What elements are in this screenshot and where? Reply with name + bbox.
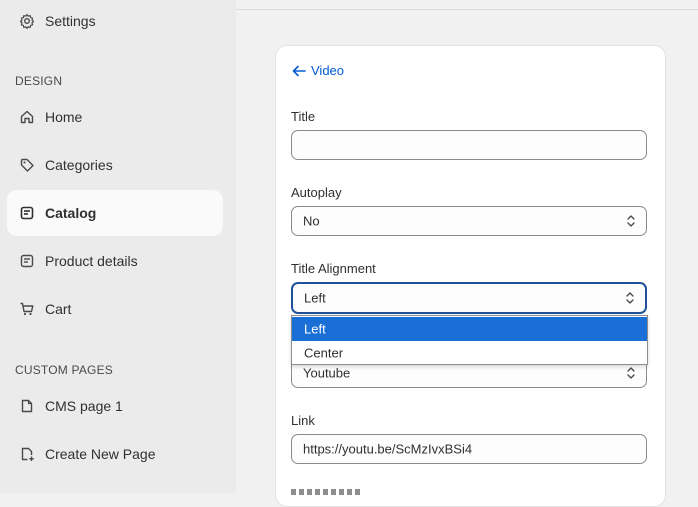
sidebar-item-product-details[interactable]: Product details xyxy=(7,238,223,284)
title-alignment-dropdown: Left Center xyxy=(291,315,648,365)
autoplay-label: Autoplay xyxy=(291,185,342,200)
arrow-left-icon xyxy=(292,65,306,76)
link-label: Link xyxy=(291,413,315,428)
sidebar-item-label: Home xyxy=(45,109,83,125)
sidebar-item-home[interactable]: Home xyxy=(7,94,223,140)
back-link[interactable]: Video xyxy=(292,63,344,78)
sidebar: Settings DESIGN Home Categories Catalog … xyxy=(0,0,236,493)
sidebar-item-cms-page-1[interactable]: CMS page 1 xyxy=(7,383,223,429)
sidebar-item-label: Catalog xyxy=(45,205,97,221)
sidebar-item-label: Cart xyxy=(45,301,72,317)
select-chevron-icon xyxy=(627,215,635,227)
link-input[interactable]: https://youtu.be/ScMzIvxBSi4 xyxy=(291,434,647,464)
sidebar-item-label: Product details xyxy=(45,253,138,269)
sidebar-item-label: Create New Page xyxy=(45,446,156,462)
sidebar-item-create-new-page[interactable]: Create New Page xyxy=(7,431,223,477)
link-value: https://youtu.be/ScMzIvxBSi4 xyxy=(303,441,473,457)
cart-icon xyxy=(20,302,34,316)
select-chevron-icon xyxy=(626,292,634,304)
sidebar-item-cart[interactable]: Cart xyxy=(7,286,223,332)
title-label: Title xyxy=(291,109,316,124)
sidebar-item-label: Categories xyxy=(45,157,113,173)
next-field-label-cutoff xyxy=(291,486,411,496)
design-section-heading: DESIGN xyxy=(15,74,63,88)
sidebar-item-catalog[interactable]: Catalog xyxy=(7,190,223,236)
select-chevron-icon xyxy=(627,367,635,379)
dropdown-option-left[interactable]: Left xyxy=(292,317,647,341)
sidebar-item-label: CMS page 1 xyxy=(45,398,123,414)
dropdown-option-center[interactable]: Center xyxy=(292,341,647,365)
page-icon xyxy=(21,399,33,413)
catalog-icon xyxy=(20,206,34,220)
home-icon xyxy=(20,110,34,124)
gear-icon xyxy=(19,13,35,29)
back-link-label: Video xyxy=(311,63,345,78)
source-value: Youtube xyxy=(303,365,351,381)
option-label: Left xyxy=(304,321,326,337)
title-alignment-value: Left xyxy=(304,290,326,306)
sidebar-item-label: Settings xyxy=(45,13,96,29)
custom-pages-heading: CUSTOM PAGES xyxy=(15,363,113,377)
title-alignment-label: Title Alignment xyxy=(291,261,376,276)
new-page-icon xyxy=(21,447,34,461)
autoplay-select[interactable]: No xyxy=(291,206,647,236)
sidebar-item-settings[interactable]: Settings xyxy=(7,0,223,44)
title-alignment-select[interactable]: Left xyxy=(291,282,647,314)
sidebar-item-categories[interactable]: Categories xyxy=(7,142,223,188)
option-label: Center xyxy=(304,345,344,361)
product-icon xyxy=(20,254,34,268)
tag-icon xyxy=(20,158,34,172)
autoplay-value: No xyxy=(303,213,320,229)
title-input[interactable] xyxy=(291,130,647,160)
